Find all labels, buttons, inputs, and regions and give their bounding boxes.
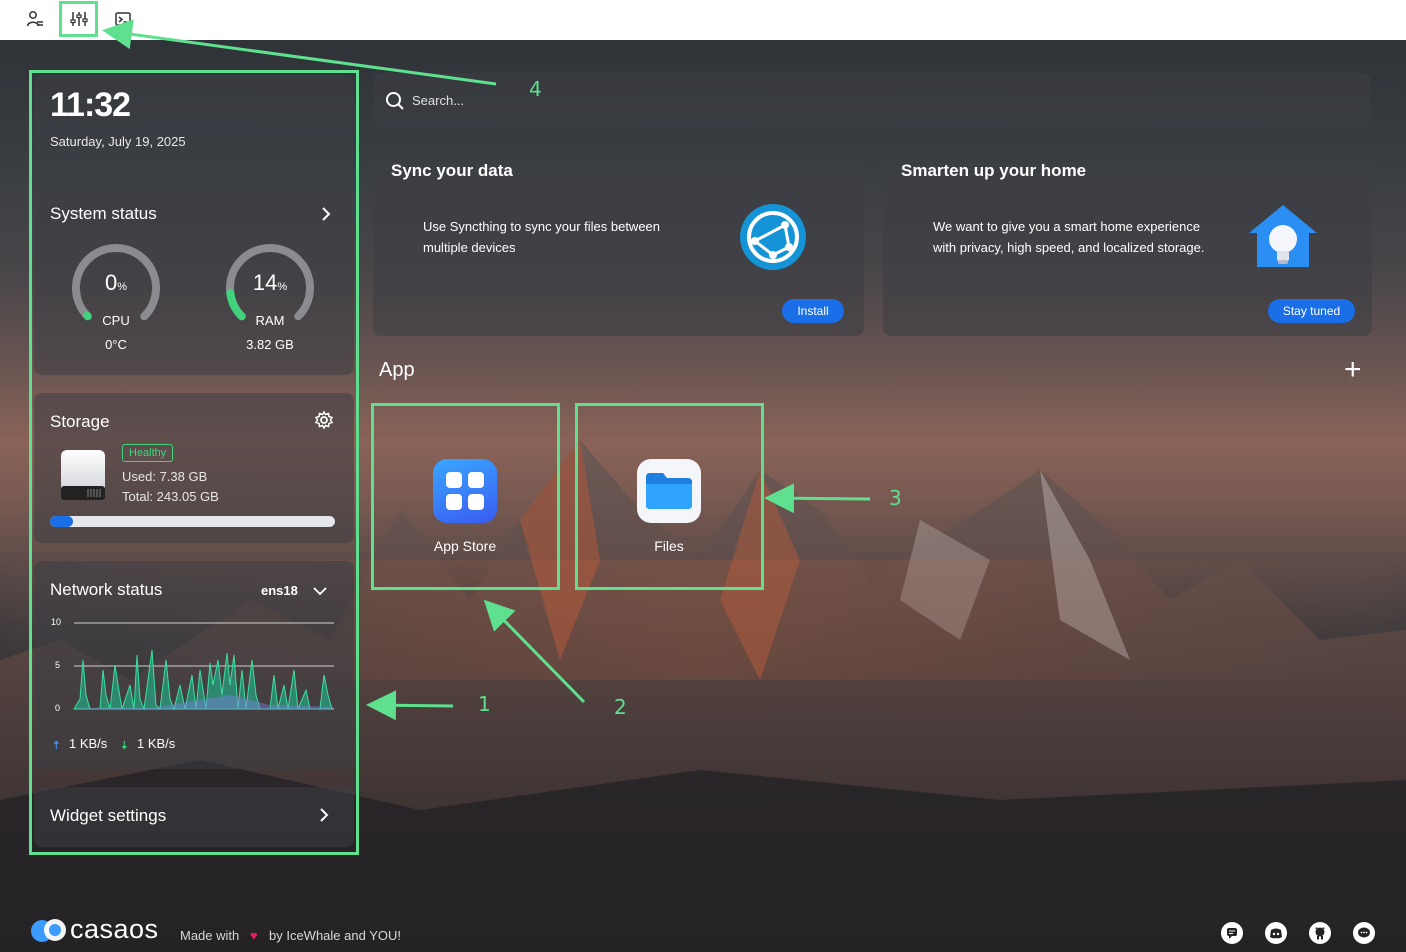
system-status-chevron-right-icon[interactable] [316,204,336,224]
top-bar [0,0,1406,40]
add-app-plus-icon[interactable]: + [1344,354,1362,386]
storage-title: Storage [50,412,110,431]
app-section-title: App [379,359,415,381]
app-store-icon [433,459,497,523]
cpu-label: CPU [102,313,130,328]
network-y-tick-5: 5 [55,660,61,670]
ram-used: 3.82 GB [246,337,294,352]
sync-card-text: Use Syncthing to sync your files between… [423,219,661,255]
search-input[interactable]: Search... [412,93,464,108]
widget-settings-label: Widget settings [50,806,167,825]
syncthing-logo-icon [739,203,807,271]
chevron-down-icon[interactable] [311,582,329,600]
github-icon[interactable] [1309,922,1331,944]
cpu-gauge-value: 0% [104,270,128,295]
upload-speed: 1 KB/s [69,736,108,751]
clock-time: 11:32 [50,86,131,124]
annotation-label-1: 1 [478,692,491,716]
storage-used: Used: 7.38 GB [122,469,208,484]
storage-gear-icon[interactable] [314,410,334,430]
search-bar[interactable] [373,73,1371,127]
download-speed: 1 KB/s [137,736,176,751]
ram-label: RAM [255,313,285,328]
sync-card-title: Sync your data [391,161,513,180]
search-icon [385,91,405,111]
system-status-title: System status [50,204,157,223]
app-store-label: App Store [433,538,497,554]
network-status-title: Network status [50,580,163,599]
footer-credits: by IceWhale and YOU! [269,928,401,943]
folder-icon [637,459,701,523]
network-y-tick-0: 0 [55,703,61,713]
feedback-icon[interactable] [1221,922,1243,944]
widget-settings-chevron-right-icon[interactable] [314,805,334,825]
app-tile-files[interactable]: Files [576,404,762,590]
download-arrow-icon: 🠇 [121,738,128,752]
storage-total: Total: 243.05 GB [122,489,219,504]
stay-tuned-button[interactable]: Stay tuned [1268,299,1355,323]
terminal-icon[interactable] [110,6,136,32]
app-tile-app-store[interactable]: App Store [372,404,558,590]
network-traffic-chart [73,622,334,711]
storage-usage-fill [50,516,73,527]
upload-arrow-icon: 🠅 [53,738,60,752]
storage-healthy-badge: Healthy [122,444,174,462]
sliders-icon[interactable] [66,6,92,32]
ram-gauge-value: 14% [252,270,288,295]
footer-made-with: Made with [180,928,240,943]
smart-home-bulb-icon [1247,203,1319,271]
network-y-tick-10: 10 [51,617,62,627]
hard-drive-icon [58,448,108,502]
smart-home-card-title: Smarten up your home [901,161,1087,180]
install-button[interactable]: Install [782,299,844,323]
user-settings-icon[interactable] [22,6,48,32]
heart-icon: ♥ [250,928,258,943]
network-interface-select[interactable]: ens18 [261,583,298,598]
files-label: Files [654,538,684,554]
discord-icon[interactable] [1265,922,1287,944]
chat-icon[interactable] [1353,922,1375,944]
annotation-label-2: 2 [614,695,627,719]
smart-home-card-text: We want to give you a smart home experie… [933,219,1205,255]
clock-date: Saturday, July 19, 2025 [50,134,186,149]
annotation-label-3: 3 [889,486,902,510]
casaos-logo-icon [29,916,69,944]
casaos-wordmark: casaos [70,914,159,944]
annotation-label-4: 4 [529,77,542,101]
storage-usage-bar [50,516,335,527]
cpu-temperature: 0°C [105,337,127,352]
